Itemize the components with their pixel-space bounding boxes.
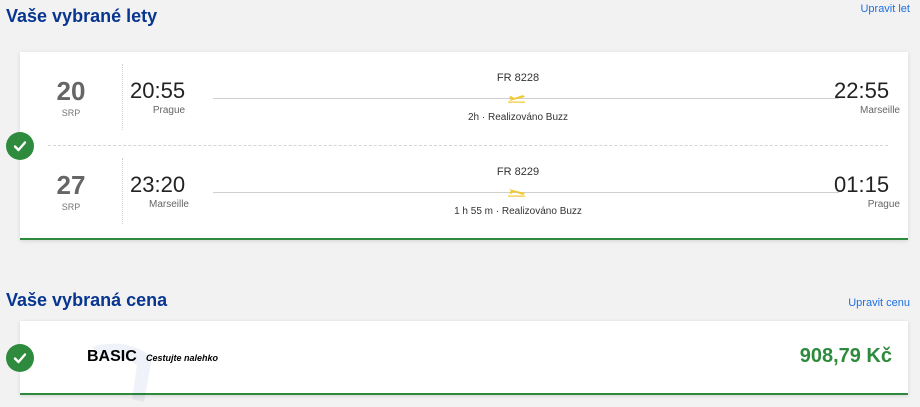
flight-duration-operator: 2h · Realizováno Buzz [467, 112, 569, 123]
edit-fare-link[interactable]: Upravit cenu [848, 297, 910, 309]
selected-flights-card: 20 SRP 20:55 Prague FR 8228 2h · Realizo… [20, 52, 908, 240]
departure-city: Marseille [148, 199, 189, 210]
flights-confirmed-check-icon [6, 132, 34, 160]
departure-time: 23:20 [130, 172, 186, 197]
edit-flight-link[interactable]: Upravit let [860, 3, 910, 15]
flight-number: FR 8228 [496, 72, 540, 84]
route-line [213, 192, 839, 193]
date-separator [122, 158, 123, 224]
arrival-time: 01:15 [834, 172, 890, 197]
selected-fare-card[interactable]: BASIC Cestujte nalehko 908,79 Kč [20, 321, 908, 402]
date-separator [122, 64, 123, 130]
fare-confirmed-check-icon [6, 344, 34, 372]
arrival-city: Marseille [859, 105, 900, 116]
flight-divider [48, 145, 888, 146]
flights-section-title: Vaše vybrané lety [6, 6, 158, 26]
plane-landing-icon [508, 189, 525, 197]
departure-time: 20:55 [130, 78, 186, 103]
outbound-flight-row[interactable]: 20 SRP 20:55 Prague FR 8228 2h · Realizo… [20, 62, 908, 136]
fare-price: 908,79 Kč [799, 345, 892, 367]
flight-date-day: 20 [56, 76, 86, 106]
fare-tagline: Cestujte nalehko [146, 353, 219, 363]
fare-section-title: Vaše vybraná cena [6, 290, 168, 310]
flight-duration-operator: 1 h 55 m · Realizováno Buzz [454, 206, 582, 217]
route-line [213, 98, 839, 99]
flight-number: FR 8229 [496, 166, 540, 178]
fare-name: BASIC [87, 348, 137, 365]
flight-date-month: SRP [61, 202, 81, 212]
flight-date-month: SRP [61, 108, 81, 118]
arrival-city: Prague [867, 199, 900, 210]
plane-departure-icon [508, 95, 525, 103]
departure-city: Prague [152, 105, 186, 116]
arrival-time: 22:55 [834, 78, 890, 103]
return-flight-row[interactable]: 27 SRP 23:20 Marseille FR 8229 1 h 55 m … [20, 156, 908, 230]
flight-date-day: 27 [56, 170, 86, 200]
